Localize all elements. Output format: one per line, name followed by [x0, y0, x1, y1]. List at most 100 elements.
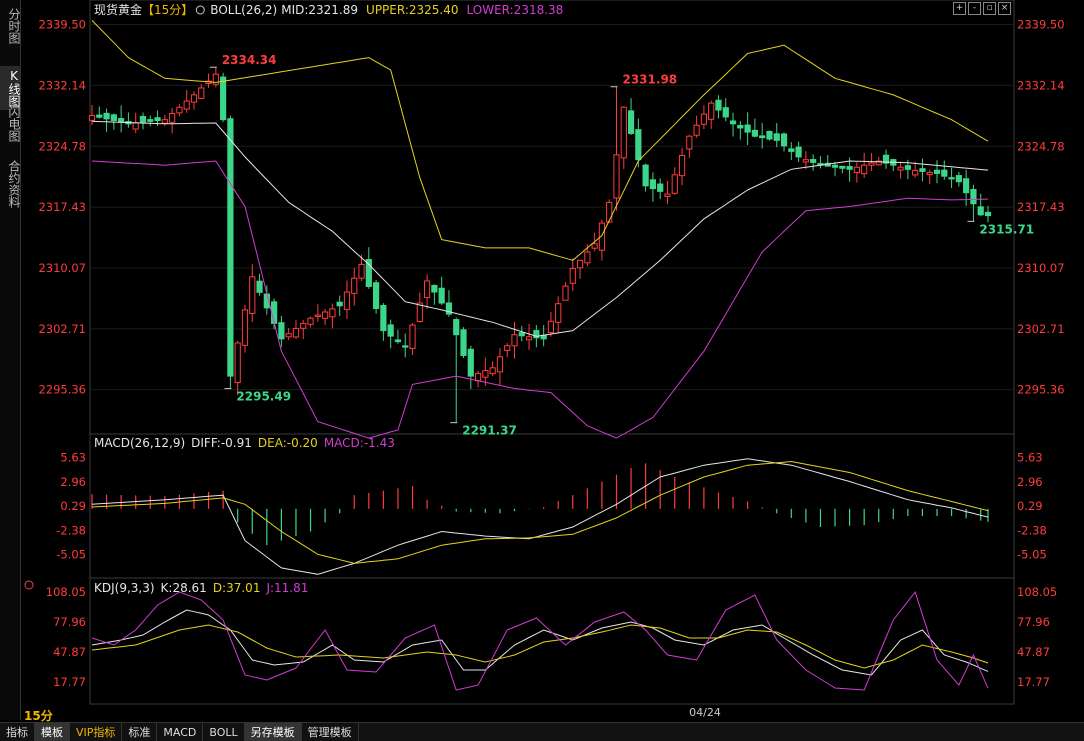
candle-body	[183, 100, 190, 110]
y-tick-left: 2332.14	[38, 78, 86, 92]
candle-body	[147, 119, 154, 122]
sidebar: 分时图 K线图 闪电图 合约资料	[0, 0, 21, 720]
bottom-tab[interactable]: 指标	[0, 723, 35, 741]
candle-body	[372, 282, 380, 310]
candle-body	[496, 356, 504, 373]
candle-body	[788, 148, 795, 152]
macd-y-tick-right: 5.63	[1017, 451, 1043, 465]
bottom-tab[interactable]: 另存模板	[244, 723, 302, 741]
macd-y-tick-right: -5.05	[1017, 548, 1047, 562]
price-annotation: 2334.34	[222, 53, 277, 67]
candle-body	[904, 165, 911, 170]
candle-body	[642, 164, 649, 187]
y-tick-left: 2295.36	[38, 383, 86, 397]
candle-body	[678, 155, 686, 177]
bottom-tab[interactable]: VIP指标	[70, 723, 123, 741]
candle-body	[933, 169, 941, 174]
kdj-y-tick-right: 108.05	[1017, 585, 1057, 599]
y-tick-right: 2302.71	[1017, 322, 1065, 336]
kline-chart[interactable]: 2339.50 2339.50 2332.14 2332.14 2324.78 2324.…	[20, 0, 1084, 722]
y-tick-right: 2317.43	[1017, 200, 1065, 214]
y-tick-left: 2339.50	[38, 18, 86, 32]
bottom-tab[interactable]: BOLL	[203, 723, 245, 741]
candle-body	[649, 179, 657, 190]
candle-body	[271, 301, 278, 324]
y-tick-right: 2310.07	[1017, 261, 1065, 275]
candle-body	[227, 118, 234, 377]
sidebar-item-contract[interactable]: 合约资料	[0, 156, 21, 212]
candle-body	[351, 277, 358, 294]
y-tick-left: 2324.78	[38, 139, 86, 153]
sidebar-item-flash[interactable]: 闪电图	[0, 102, 21, 146]
candle-body	[584, 251, 591, 264]
candle-body	[555, 303, 562, 323]
candle-body	[103, 112, 110, 120]
candle-body	[132, 122, 139, 130]
y-tick-left: 2317.43	[38, 200, 86, 214]
candle-body	[234, 342, 241, 383]
macd-dea-line	[91, 460, 989, 564]
candle-body	[868, 162, 875, 166]
candle-body	[154, 117, 161, 121]
candle-body	[715, 99, 722, 111]
boll-upper-value: UPPER:2325.40	[366, 3, 458, 17]
candle-body	[380, 305, 387, 332]
macd-y-tick-left: -5.05	[56, 548, 86, 562]
candle-body	[737, 124, 744, 129]
candle-body	[773, 133, 780, 141]
bottom-tab[interactable]: 管理模板	[302, 723, 359, 741]
symbol-name: 现货黄金	[94, 2, 142, 17]
y-tick-right: 2332.14	[1017, 78, 1065, 92]
candle-body	[241, 309, 249, 346]
candle-body	[336, 301, 343, 307]
candle-body	[984, 211, 992, 217]
candle-body	[169, 112, 176, 123]
candle-body	[722, 107, 729, 118]
bottom-tab[interactable]: MACD	[157, 723, 204, 741]
candle-body	[314, 314, 321, 318]
candle-body	[963, 178, 970, 194]
candle-body	[220, 76, 227, 121]
kdj-k-value: K:28.61	[161, 581, 207, 595]
kdj-y-tick-right: 77.96	[1017, 615, 1050, 629]
macd-dea-value: DEA:-0.20	[258, 436, 318, 450]
candle-body	[751, 129, 758, 137]
y-tick-left: 2302.71	[38, 322, 86, 336]
settings-icon	[195, 5, 205, 15]
macd-y-tick-left: -2.38	[56, 523, 86, 537]
candle-body	[664, 193, 671, 197]
boll-mid-value: MID:2321.89	[281, 3, 358, 17]
kdj-d-value: D:37.01	[213, 581, 261, 595]
candle-body	[322, 311, 329, 319]
candle-body	[955, 175, 962, 183]
candle-body	[511, 334, 518, 347]
candle-body	[161, 119, 168, 124]
candle-body	[285, 333, 292, 338]
candle-body	[453, 319, 460, 336]
kdj-y-tick-right: 47.87	[1017, 645, 1050, 659]
candle-body	[802, 159, 809, 163]
sidebar-item-timeshare[interactable]: 分时图	[0, 4, 21, 48]
candle-body	[482, 370, 489, 378]
bottom-tab[interactable]: 标准	[122, 723, 158, 741]
candle-body	[489, 367, 496, 375]
candle-body	[919, 168, 926, 172]
kdj-j-line	[91, 590, 989, 691]
macd-y-tick-left: 5.63	[60, 451, 86, 465]
candle-body	[504, 345, 511, 351]
candle-body	[110, 114, 117, 121]
bottom-tab[interactable]: 模板	[35, 723, 70, 741]
macd-macd-value: MACD:-1.43	[324, 436, 395, 450]
price-annotation: 2291.37	[462, 424, 517, 438]
kdj-name: KDJ(9,3,3)	[94, 581, 155, 595]
price-annotation: 2295.49	[236, 390, 291, 404]
macd-diff-line	[91, 458, 989, 575]
candle-body	[635, 129, 642, 161]
candle-body	[190, 94, 198, 103]
candle-body	[766, 130, 773, 140]
candle-body	[569, 268, 576, 284]
candle-body	[613, 154, 620, 199]
kdj-y-tick-left: 17.77	[53, 675, 86, 689]
candle-body	[343, 291, 351, 310]
candle-body	[780, 133, 788, 147]
